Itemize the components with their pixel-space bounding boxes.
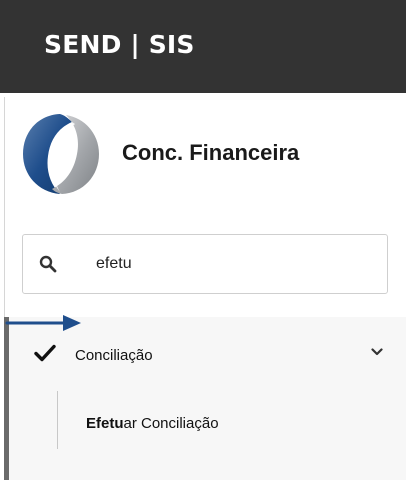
submenu-item-label: Efetuar Conciliação [86, 415, 219, 432]
submenu-item-efetuar-conciliacao[interactable]: Efetuar Conciliação [9, 397, 406, 447]
search-icon[interactable] [39, 255, 57, 273]
search-match-highlight: Efetu [86, 415, 124, 432]
search-box[interactable] [22, 234, 388, 294]
menu-group-label: Conciliação [75, 347, 153, 364]
top-bar: SEND | SIS [0, 0, 406, 93]
menu-group-header[interactable]: Conciliação [9, 317, 406, 391]
menu-group-conciliacao: Conciliação Efetuar Conciliação [9, 317, 406, 480]
brand-name: Conc. Financeira [122, 140, 300, 165]
app-title[interactable]: SEND | SIS [44, 30, 195, 59]
chevron-down-icon[interactable] [371, 347, 383, 357]
submenu-item-label-rest: ar Conciliação [123, 415, 219, 432]
sidebar: Conc. Financeira Conciliação Efetuar Con [0, 93, 406, 480]
search-input[interactable] [96, 251, 366, 277]
app-window: SEND | SIS Conc. Financeira efetu Concil… [0, 0, 406, 480]
sidebar-divider [4, 97, 5, 317]
brand-logo-icon [23, 114, 99, 194]
check-icon [34, 344, 56, 362]
